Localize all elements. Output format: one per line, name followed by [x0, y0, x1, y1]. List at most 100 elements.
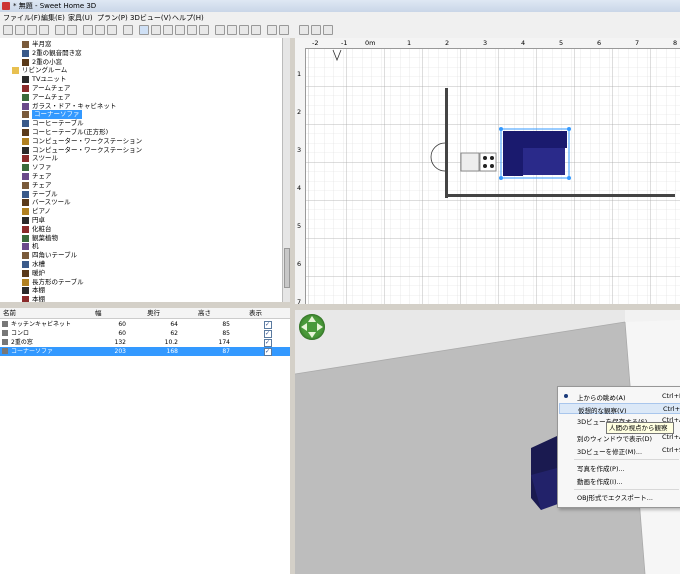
create-rooms-icon[interactable]	[175, 25, 185, 35]
visible-checkbox[interactable]: ✓	[264, 339, 272, 347]
context-menu-shortcut: Ctrl+S	[663, 405, 680, 413]
catalog-item[interactable]: チェア	[0, 172, 290, 181]
ruler-top-label: 1	[407, 39, 412, 47]
cell-width: 60	[118, 330, 126, 337]
visible-checkbox[interactable]: ✓	[264, 348, 272, 356]
column-header-width[interactable]: 幅	[95, 308, 102, 318]
catalog-category[interactable]: リビングルーム	[0, 66, 290, 75]
menu-furniture[interactable]: 家具(U)	[68, 13, 93, 23]
menu-3dview[interactable]: 3Dビュー(V)	[130, 13, 171, 23]
catalog-item[interactable]: テーブル	[0, 190, 290, 199]
catalog-item[interactable]: 観葉植物	[0, 234, 290, 243]
catalog-item[interactable]: 化粧台	[0, 225, 290, 234]
cell-height: 85	[222, 330, 230, 337]
furniture-icon	[22, 181, 29, 189]
catalog-item[interactable]: 2重の観音開き窓	[0, 49, 290, 58]
catalog-item[interactable]: アームチェア	[0, 84, 290, 93]
redo-icon[interactable]	[67, 25, 77, 35]
catalog-item[interactable]: 本棚	[0, 295, 290, 302]
context-menu-item[interactable]: OBJ形式でエクスポート...	[559, 491, 680, 502]
visible-checkbox[interactable]: ✓	[264, 321, 272, 329]
ruler-top-label: 2	[445, 39, 450, 47]
help-icon[interactable]	[323, 25, 333, 35]
catalog-item[interactable]: 円卓	[0, 216, 290, 225]
catalog-item[interactable]: ソファ	[0, 163, 290, 172]
catalog-item[interactable]: TVユニット	[0, 75, 290, 84]
catalog-item-label: 半月窓	[32, 40, 52, 48]
catalog-item[interactable]: チェア	[0, 181, 290, 190]
menu-file[interactable]: ファイル(F)	[3, 13, 41, 23]
plan-view[interactable]: -2 -1 0m 1 2 3 4 5 6 7 8 1 2 3 4 5 6 7 8	[295, 38, 680, 304]
ruler-left-label: 4	[297, 184, 302, 192]
create-dimensions-icon[interactable]	[187, 25, 197, 35]
menu-help[interactable]: ヘルプ(H)	[172, 13, 204, 23]
furniture-icon	[22, 93, 29, 101]
table-row[interactable]: コーナーソファ 203 168 87 ✓	[0, 347, 290, 356]
plan-stove[interactable]	[479, 152, 497, 172]
catalog-item[interactable]: アームチェア	[0, 93, 290, 102]
catalog-item[interactable]: コーヒーテーブル	[0, 119, 290, 128]
catalog-item[interactable]: 暖炉	[0, 269, 290, 278]
paste-icon[interactable]	[107, 25, 117, 35]
cell-width: 60	[118, 321, 126, 328]
save-icon[interactable]	[27, 25, 37, 35]
catalog-item[interactable]: 水槽	[0, 260, 290, 269]
context-menu-item[interactable]: 写真を作成(P)...	[559, 462, 680, 473]
create-photo-icon[interactable]	[299, 25, 309, 35]
menu-edit[interactable]: 編集(E)	[41, 13, 65, 23]
catalog-item[interactable]: バースツール	[0, 198, 290, 207]
column-header-depth[interactable]: 奥行	[147, 308, 160, 318]
table-row[interactable]: 2重の窓 132 10.2 174 ✓	[0, 338, 290, 347]
navigation-arrows-icon[interactable]	[299, 314, 325, 340]
furniture-icon	[2, 330, 8, 336]
catalog-item[interactable]: 半月窓	[0, 40, 290, 49]
menu-plan[interactable]: プラン(P)	[97, 13, 128, 23]
column-header-height[interactable]: 高さ	[198, 308, 211, 318]
create-walls-icon[interactable]	[163, 25, 173, 35]
context-menu-item[interactable]: 動画を作成(I)...	[559, 475, 680, 486]
table-row[interactable]: コンロ 60 62 85 ✓	[0, 329, 290, 338]
ruler-top-label: -1	[341, 39, 348, 47]
catalog-item[interactable]: ガラス・ドア・キャビネット	[0, 102, 290, 111]
catalog-item[interactable]: コンピューター・ワークステーション	[0, 137, 290, 146]
column-header-visible[interactable]: 表示	[249, 308, 262, 318]
furniture-icon	[22, 252, 29, 260]
table-row[interactable]: キッチンキャビネット 60 64 85 ✓	[0, 320, 290, 329]
visible-checkbox[interactable]: ✓	[264, 330, 272, 338]
catalog-item[interactable]: スツール	[0, 154, 290, 163]
pan-mode-icon[interactable]	[151, 25, 161, 35]
furniture-table: 名前 幅 奥行 高さ 表示 キッチンキャビネット 60 64 85 ✓ コンロ 60 62 85…	[0, 308, 291, 574]
select-mode-icon[interactable]	[139, 25, 149, 35]
context-menu-item[interactable]: 上からの眺め(A) Ctrl+D	[559, 391, 680, 402]
undo-icon[interactable]	[55, 25, 65, 35]
copy-icon[interactable]	[95, 25, 105, 35]
furniture-catalog-tree[interactable]: 半月窓 2重の観音開き窓 2重の小窓 リビングルーム TVユニット アームチェア アームチェ…	[0, 38, 291, 302]
create-labels-icon[interactable]	[199, 25, 209, 35]
create-video-icon[interactable]	[311, 25, 321, 35]
column-header-name[interactable]: 名前	[3, 308, 16, 318]
catalog-item-label: 水槽	[32, 260, 45, 268]
catalog-item[interactable]: 四角いテーブル	[0, 251, 290, 260]
open-file-icon[interactable]	[15, 25, 25, 35]
new-file-icon[interactable]	[3, 25, 13, 35]
catalog-item[interactable]: コンピューター・ワークステーション	[0, 146, 290, 155]
context-menu-item[interactable]: 仮想的な観察(V) Ctrl+S	[559, 403, 680, 415]
cut-icon[interactable]	[83, 25, 93, 35]
text-style-icon[interactable]	[215, 25, 225, 35]
cell-height: 85	[222, 321, 230, 328]
plan-grid	[305, 48, 680, 304]
furniture-icon	[22, 261, 29, 268]
save-as-icon[interactable]	[39, 25, 49, 35]
plan-kitchen-cabinet[interactable]	[460, 152, 480, 172]
plan-corner-sofa[interactable]	[499, 127, 571, 180]
catalog-item-label: ピアノ	[32, 207, 51, 216]
zoom-out-icon[interactable]	[279, 25, 289, 35]
add-furniture-icon[interactable]	[123, 25, 133, 35]
zoom-in-icon[interactable]	[267, 25, 277, 35]
context-menu-item[interactable]: 3Dビューを修正(M)... Ctrl+S	[559, 445, 680, 456]
text-size-icon[interactable]	[251, 25, 261, 35]
text-italic-icon[interactable]	[239, 25, 249, 35]
catalog-item[interactable]: コーヒーテーブル(正方形)	[0, 128, 290, 137]
catalog-item[interactable]: ピアノ	[0, 207, 290, 216]
text-bold-icon[interactable]	[227, 25, 237, 35]
